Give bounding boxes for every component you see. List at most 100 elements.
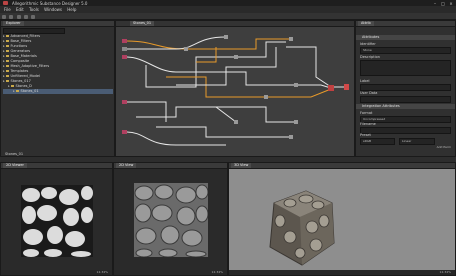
main-toolbar	[0, 13, 456, 20]
folder-icon	[6, 39, 9, 43]
graph-node	[234, 55, 238, 59]
description-label: Description	[360, 55, 380, 59]
identifier-label: Identifier	[360, 42, 376, 46]
preset-label: Preset	[360, 133, 371, 137]
graph-node	[122, 55, 127, 59]
link	[216, 106, 296, 123]
link	[126, 101, 167, 122]
explorer-panel: Explorer ▸ Advanced_Filters ▸ Base_Filters ▸…	[0, 20, 115, 157]
graph-node	[234, 120, 238, 124]
attributes-section[interactable]: Attributes	[356, 35, 455, 40]
label-field[interactable]	[360, 84, 451, 91]
folder-icon	[6, 79, 9, 83]
attributes-panel: Attrib Attributes Identifier Stone Descr…	[355, 20, 456, 157]
explorer-item-label: Stones_017	[10, 79, 31, 83]
explorer-item-label: Advanced_Filters	[10, 34, 41, 38]
link	[136, 106, 237, 123]
zoom-level[interactable]: 12.34%	[97, 270, 108, 275]
explorer-tree: ▸ Advanced_Filters ▸ Base_Filters ▸ Functions…	[1, 34, 114, 144]
graph-node	[289, 37, 293, 41]
albedo-texture-preview[interactable]	[134, 183, 208, 257]
link	[125, 56, 216, 73]
link	[186, 38, 291, 50]
3d-stone-cube-preview[interactable]	[254, 181, 344, 271]
height-map-preview[interactable]	[21, 185, 93, 257]
graph-node	[122, 130, 127, 134]
explorer-item-label: Stones_D	[15, 84, 32, 88]
2d-viewer-left: 2D Viewer 12.34%	[0, 162, 113, 276]
folder-icon	[6, 64, 9, 68]
label-label: Label	[360, 79, 370, 83]
tab-2d-viewer-left[interactable]: 2D Viewer	[3, 163, 27, 168]
folder-icon	[16, 89, 19, 93]
explorer-item-label: Stones_01	[20, 89, 39, 93]
menu-help[interactable]: Help	[67, 7, 76, 12]
graph-node	[344, 84, 349, 90]
undo-icon[interactable]	[23, 14, 28, 19]
add-parameter-button[interactable]: Add Parm	[437, 145, 451, 149]
explorer-item-label: Composite	[10, 59, 30, 63]
link	[125, 40, 187, 50]
zoom-level[interactable]: 12.34%	[212, 270, 223, 275]
minimize-button[interactable]: –	[432, 1, 438, 6]
explorer-item-label: Generators	[10, 49, 31, 53]
link	[125, 131, 226, 146]
menu-tools[interactable]: Tools	[29, 7, 39, 12]
folder-icon	[6, 59, 9, 63]
2d-viewer-middle: 2D View 12.34%	[113, 162, 228, 276]
explorer-bottom-label: Stones_01	[5, 152, 24, 156]
viewer-3d-status: 12.34%	[229, 270, 455, 275]
tab-attributes[interactable]: Attrib	[358, 21, 374, 26]
graph-links	[125, 36, 348, 146]
integration-attributes-section[interactable]: Integration Attributes	[356, 104, 455, 109]
description-field[interactable]	[360, 60, 451, 76]
user-data-field[interactable]	[360, 96, 451, 103]
explorer-item-label: Templates	[10, 69, 29, 73]
link	[266, 88, 332, 98]
preset-select-b[interactable]: Linear	[399, 138, 435, 145]
preset-select[interactable]: sRGB	[360, 138, 395, 145]
node-graph[interactable]	[116, 27, 354, 157]
menu-edit[interactable]: Edit	[16, 7, 24, 12]
menu-windows[interactable]: Windows	[44, 7, 62, 12]
user-data-label: User Data	[360, 91, 378, 95]
graph-node	[294, 120, 298, 124]
explorer-item-label: Functions	[10, 44, 28, 48]
new-icon[interactable]	[2, 14, 6, 19]
folder-icon	[6, 74, 9, 78]
graph-panel: Stones_01	[115, 20, 355, 157]
filename-label: Filename	[360, 122, 376, 126]
explorer-item[interactable]: ▸ Stones_01	[3, 89, 113, 94]
open-icon[interactable]	[9, 14, 14, 19]
maximize-button[interactable]: □	[440, 1, 446, 6]
3d-viewer: 3D View 12.34%	[228, 162, 456, 276]
folder-icon	[6, 69, 9, 73]
filename-field[interactable]	[360, 127, 451, 134]
folder-icon	[11, 84, 14, 88]
graph-node	[294, 83, 298, 87]
tab-graph[interactable]: Stones_01	[130, 21, 155, 26]
graph-node	[122, 47, 127, 51]
menu-file[interactable]: File	[4, 7, 11, 12]
graph-node	[122, 100, 127, 104]
redo-icon[interactable]	[31, 14, 36, 19]
graph-node	[328, 85, 334, 91]
folder-icon	[6, 49, 9, 53]
link	[286, 46, 332, 88]
link	[216, 71, 296, 86]
tab-2d-viewer-middle[interactable]: 2D View	[116, 163, 137, 168]
close-button[interactable]: ×	[448, 1, 454, 6]
explorer-item-label: Mesh_Adaptive_Filters	[10, 64, 50, 68]
viewer-middle-status: 12.34%	[114, 270, 227, 275]
folder-icon	[6, 54, 9, 58]
menu-bar: File Edit Tools Windows Help	[0, 6, 456, 13]
identifier-field[interactable]: Stone	[360, 47, 451, 54]
zoom-level[interactable]: 12.34%	[440, 270, 451, 275]
tab-explorer[interactable]: Explorer	[3, 21, 24, 26]
tab-3d-viewer[interactable]: 3D View	[231, 163, 252, 168]
link	[156, 126, 256, 138]
graph-node	[224, 35, 228, 39]
graph-node	[122, 39, 127, 43]
save-icon[interactable]	[16, 14, 21, 19]
graph-node	[289, 135, 293, 139]
